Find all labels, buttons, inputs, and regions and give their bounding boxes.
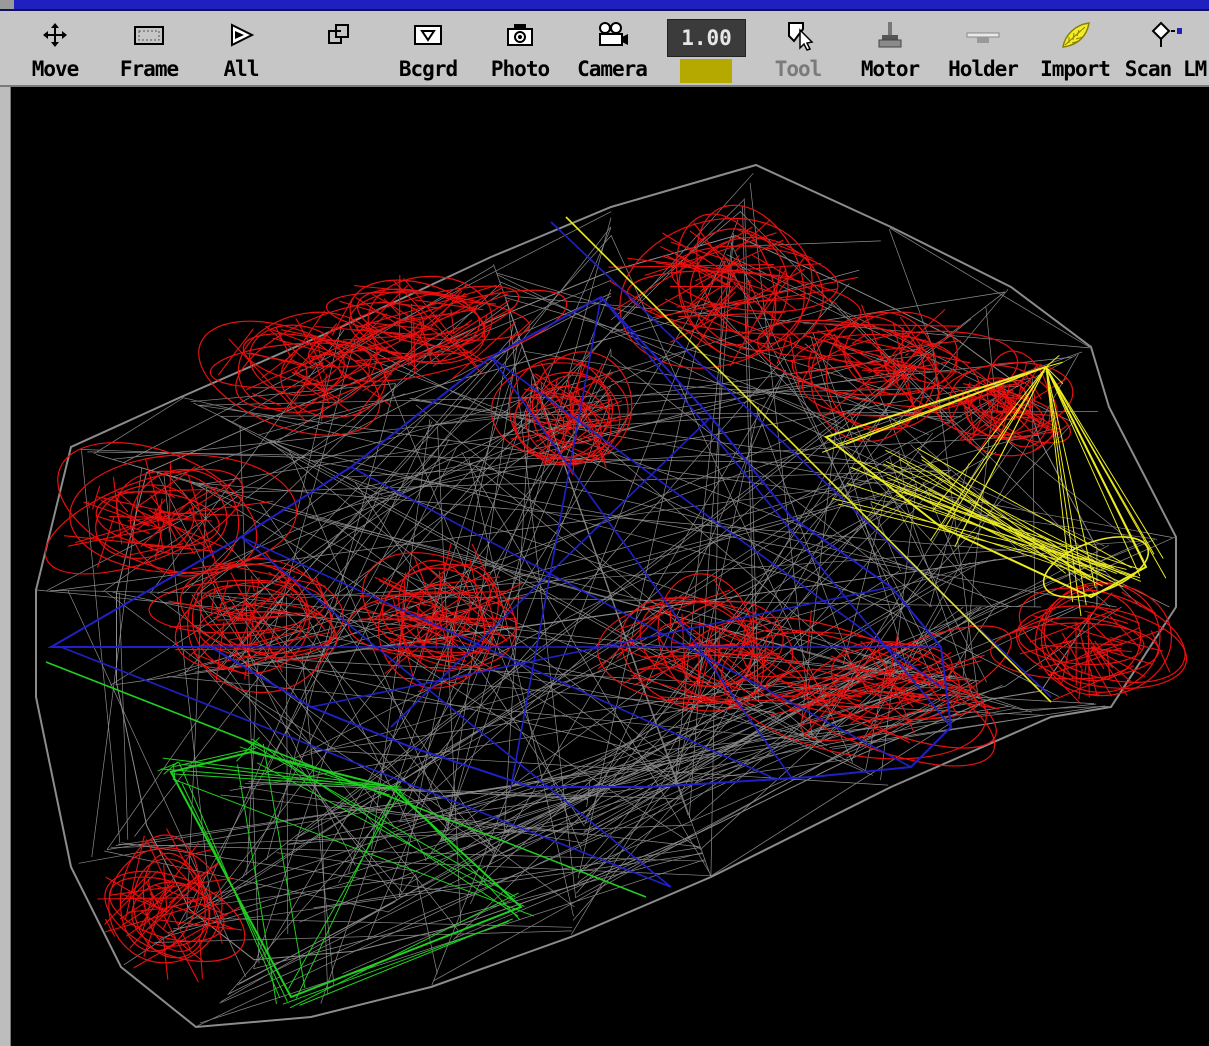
scan-diamond-icon: [1151, 21, 1182, 47]
holder-icon: [966, 32, 1000, 43]
play-all-icon: [231, 23, 255, 47]
zoom-value-field[interactable]: 1.00: [667, 19, 746, 57]
bcgrd-label: Bcgrd: [398, 57, 458, 81]
camera-icon: [599, 22, 628, 46]
window-left-border: [0, 87, 11, 1046]
scan-lm-button[interactable]: Scan LM: [1122, 15, 1209, 81]
3d-viewport[interactable]: [11, 87, 1209, 1046]
camera-label: Camera: [577, 57, 648, 81]
tool-label: Tool: [774, 57, 823, 81]
wireframe-scene[interactable]: [11, 87, 1209, 1046]
frame-label: Frame: [119, 57, 179, 81]
import-leaf-icon: [1062, 22, 1090, 48]
camera-button[interactable]: Camera: [571, 15, 653, 81]
photo-label: Photo: [490, 57, 550, 81]
bcgrd-button[interactable]: Bcgrd: [390, 15, 466, 81]
holder-label: Holder: [948, 57, 1019, 81]
holder-button[interactable]: Holder: [945, 15, 1021, 81]
all-button[interactable]: All: [208, 15, 274, 81]
layers-icon: [328, 24, 349, 44]
frame-wireframe: [47, 221, 1052, 888]
photo-icon: [507, 24, 533, 46]
photo-button[interactable]: Photo: [484, 15, 556, 81]
import-label: Import: [1040, 57, 1111, 81]
move-label: Move: [31, 57, 80, 81]
frame-rect-icon: [134, 26, 164, 45]
tool-cursor-icon: [788, 22, 814, 51]
title-bar: [0, 0, 1209, 11]
background-icon: [414, 25, 442, 45]
layers-button[interactable]: [305, 15, 371, 81]
move-button[interactable]: Move: [20, 15, 90, 81]
scan-lm-label: Scan LM: [1124, 57, 1208, 81]
all-label: All: [223, 57, 260, 81]
tool-button[interactable]: Tool: [763, 15, 833, 81]
window-corner: [0, 0, 14, 9]
toolbar: Move Frame All Bcgrd Photo Camera 1.00 T…: [0, 11, 1209, 87]
motor-label: Motor: [860, 57, 920, 81]
motor-icon: [878, 22, 902, 48]
color-swatch[interactable]: [680, 59, 732, 83]
motor-button[interactable]: Motor: [855, 15, 925, 81]
frame-button[interactable]: Frame: [110, 15, 188, 81]
import-button[interactable]: Import: [1038, 15, 1112, 81]
move-arrows-icon: [43, 23, 67, 47]
